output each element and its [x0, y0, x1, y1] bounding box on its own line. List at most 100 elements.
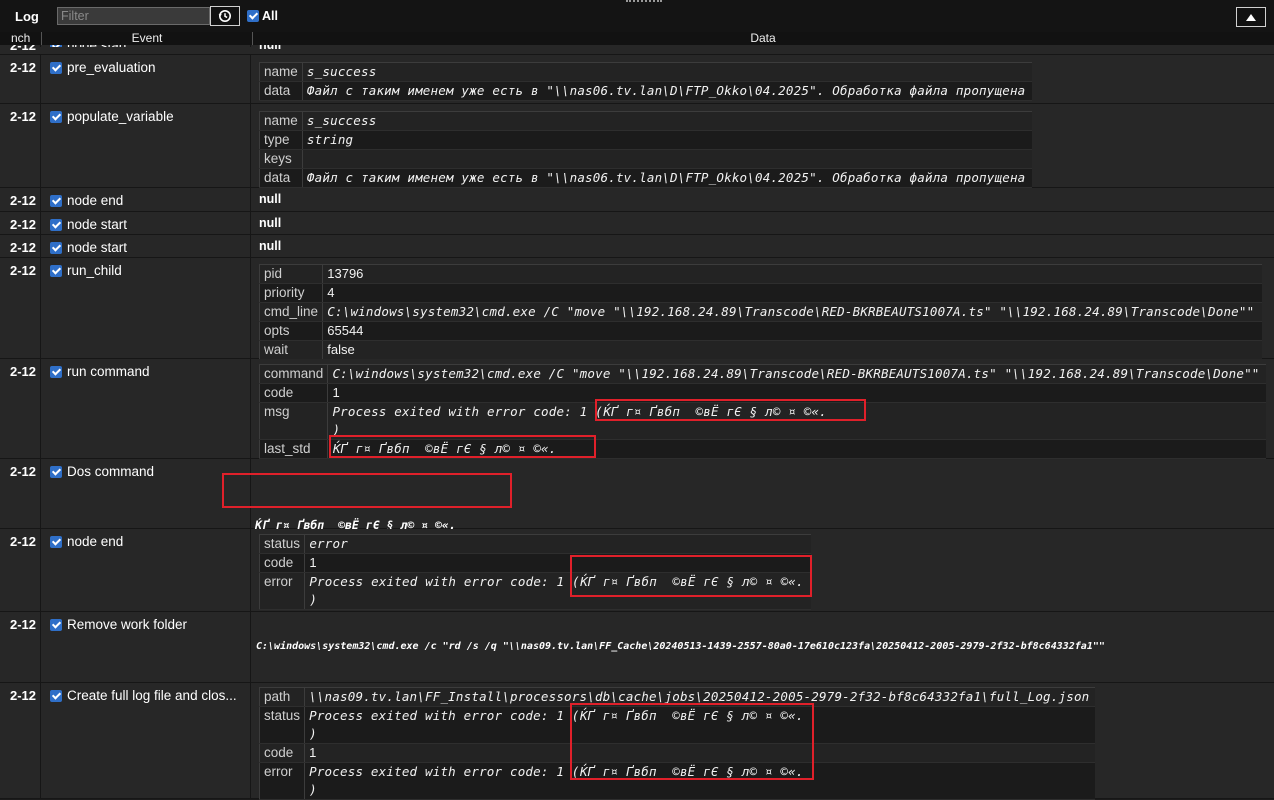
data-value[interactable]: s_success: [302, 111, 1032, 131]
filter-input[interactable]: [57, 7, 210, 25]
event-cell: Dos command: [42, 459, 251, 528]
branch-cell: 2-12: [0, 459, 41, 528]
log-row[interactable]: 2-12 node start null: [0, 235, 1274, 258]
branch-cell: 2-12: [0, 258, 41, 358]
event-cell: Remove work folder: [42, 612, 251, 682]
all-toggle[interactable]: All: [247, 9, 278, 23]
data-value[interactable]: Process exited with error code: 1 (ЌҐ г¤…: [327, 402, 1266, 440]
data-value[interactable]: Process exited with error code: 1 (ЌҐ г¤…: [304, 572, 811, 610]
row-checkbox[interactable]: [50, 111, 62, 123]
data-key: msg: [259, 402, 329, 440]
data-value[interactable]: C:\windows\system32\cmd.exe /C "move "\\…: [327, 364, 1266, 384]
branch-cell: 2-12: [0, 235, 41, 257]
data-key: path: [259, 687, 306, 707]
log-toolbar: Log All: [0, 0, 1274, 33]
row-checkbox[interactable]: [50, 242, 62, 254]
all-checkbox[interactable]: [247, 10, 259, 22]
event-label: node end: [67, 534, 124, 549]
data-value[interactable]: error: [304, 534, 811, 554]
row-checkbox[interactable]: [50, 619, 62, 631]
event-label: pre_evaluation: [67, 60, 156, 75]
data-value[interactable]: s_success: [302, 62, 1032, 82]
data-null: null: [259, 239, 282, 253]
log-row[interactable]: 2-12 populate_variable name s_success typ…: [0, 104, 1274, 188]
row-checkbox[interactable]: [50, 195, 62, 207]
log-row[interactable]: 2-12 node end null: [0, 188, 1274, 212]
column-event[interactable]: Event: [42, 32, 253, 45]
log-row[interactable]: 2-12 node start null: [0, 212, 1274, 235]
history-button[interactable]: [210, 6, 240, 26]
collapse-button[interactable]: [1236, 7, 1266, 27]
event-cell: pre_evaluation: [42, 55, 251, 103]
log-row[interactable]: 2-12 Create full log file and clos... pa…: [0, 683, 1274, 800]
data-value[interactable]: 1: [327, 383, 1266, 403]
data-value[interactable]: 1: [304, 743, 1095, 763]
data-value[interactable]: Process exited with error code: 1 (ЌҐ г¤…: [304, 706, 1095, 744]
data-key: code: [259, 383, 329, 403]
data-value[interactable]: Файл с таким именем уже есть в "\\nas06.…: [302, 168, 1032, 188]
log-row[interactable]: 2-12 Remove work folder C:\windows\syste…: [0, 612, 1274, 683]
data-key: data: [259, 81, 303, 101]
data-value[interactable]: \\nas09.tv.lan\FF_Install\processors\db\…: [304, 687, 1095, 707]
log-row[interactable]: 2-12 run_child pid 13796 priority 4 cmd_li…: [0, 258, 1274, 360]
data-value[interactable]: ЌҐ г¤ Ґвбп ©вЁ гЄ § л© ¤ ©«.: [327, 439, 1266, 459]
log-row[interactable]: 2-12 pre_evaluation name s_success data Фа…: [0, 55, 1274, 104]
event-label: Dos command: [67, 464, 155, 479]
log-row[interactable]: 2-12 Dos command ЌҐ г¤ Ґвбп ©вЁ гЄ § л© …: [0, 459, 1274, 532]
event-cell: node start: [42, 235, 251, 257]
data-null: null: [259, 216, 282, 230]
data-value[interactable]: 4: [322, 283, 1262, 303]
data-value[interactable]: string: [302, 130, 1032, 150]
log-row[interactable]: 2-12 node start null: [0, 38, 1274, 55]
row-checkbox[interactable]: [50, 265, 62, 277]
data-value[interactable]: 13796: [322, 264, 1262, 284]
event-cell: node start: [42, 212, 251, 234]
row-checkbox[interactable]: [50, 366, 62, 378]
data-key: opts: [259, 321, 324, 341]
data-value[interactable]: Process exited with error code: 1 (ЌҐ г¤…: [304, 762, 1095, 800]
panel-resize-grip[interactable]: [626, 0, 662, 4]
row-checkbox[interactable]: [50, 62, 62, 74]
event-label: Remove work folder: [67, 617, 188, 632]
panel-title: Log: [15, 9, 39, 24]
log-row[interactable]: 2-12 node end status error code 1 error Pro…: [0, 529, 1274, 612]
all-label: All: [262, 9, 278, 23]
data-key: data: [259, 168, 303, 188]
column-header: nch Event Data: [0, 32, 1274, 45]
data-key: keys: [259, 149, 303, 169]
data-table: status error code 1 error Process exited wi…: [259, 534, 811, 610]
event-cell: Create full log file and clos...: [42, 683, 251, 798]
column-branch[interactable]: nch: [0, 32, 42, 45]
data-key: command: [259, 364, 329, 384]
branch-cell: 2-12: [0, 612, 41, 682]
data-key: error: [259, 572, 306, 610]
data-value[interactable]: false: [322, 340, 1262, 360]
data-value[interactable]: Файл с таким именем уже есть в "\\nas06.…: [302, 81, 1032, 101]
log-row[interactable]: 2-12 run command command C:\windows\syste…: [0, 359, 1274, 459]
log-rows: 2-12 node start null 2-12 pre_evaluation…: [0, 32, 1274, 800]
data-key: error: [259, 762, 306, 800]
event-label: populate_variable: [67, 109, 174, 124]
data-key: wait: [259, 340, 324, 360]
row-checkbox[interactable]: [50, 466, 62, 478]
column-data[interactable]: Data: [252, 32, 1274, 45]
row-checkbox[interactable]: [50, 690, 62, 702]
data-table: path \\nas09.tv.lan\FF_Install\processors…: [259, 687, 1095, 800]
data-key: type: [259, 130, 303, 150]
row-checkbox[interactable]: [50, 536, 62, 548]
data-value[interactable]: [302, 149, 1032, 169]
data-key: code: [259, 553, 306, 573]
event-label: node start: [67, 240, 128, 255]
command-text[interactable]: C:\windows\system32\cmd.exe /c "rd /s /q…: [256, 641, 1105, 652]
data-table: pid 13796 priority 4 cmd_line C:\windows\sy…: [259, 264, 1262, 360]
event-cell: run command: [42, 359, 251, 458]
data-key: pid: [259, 264, 324, 284]
data-value[interactable]: 65544: [322, 321, 1262, 341]
data-value[interactable]: 1: [304, 553, 811, 573]
data-key: name: [259, 62, 303, 82]
data-value[interactable]: C:\windows\system32\cmd.exe /C "move "\\…: [322, 302, 1262, 322]
data-key: last_std: [259, 439, 329, 459]
row-checkbox[interactable]: [50, 219, 62, 231]
event-label: node start: [67, 217, 128, 232]
event-label: run command: [67, 364, 150, 379]
